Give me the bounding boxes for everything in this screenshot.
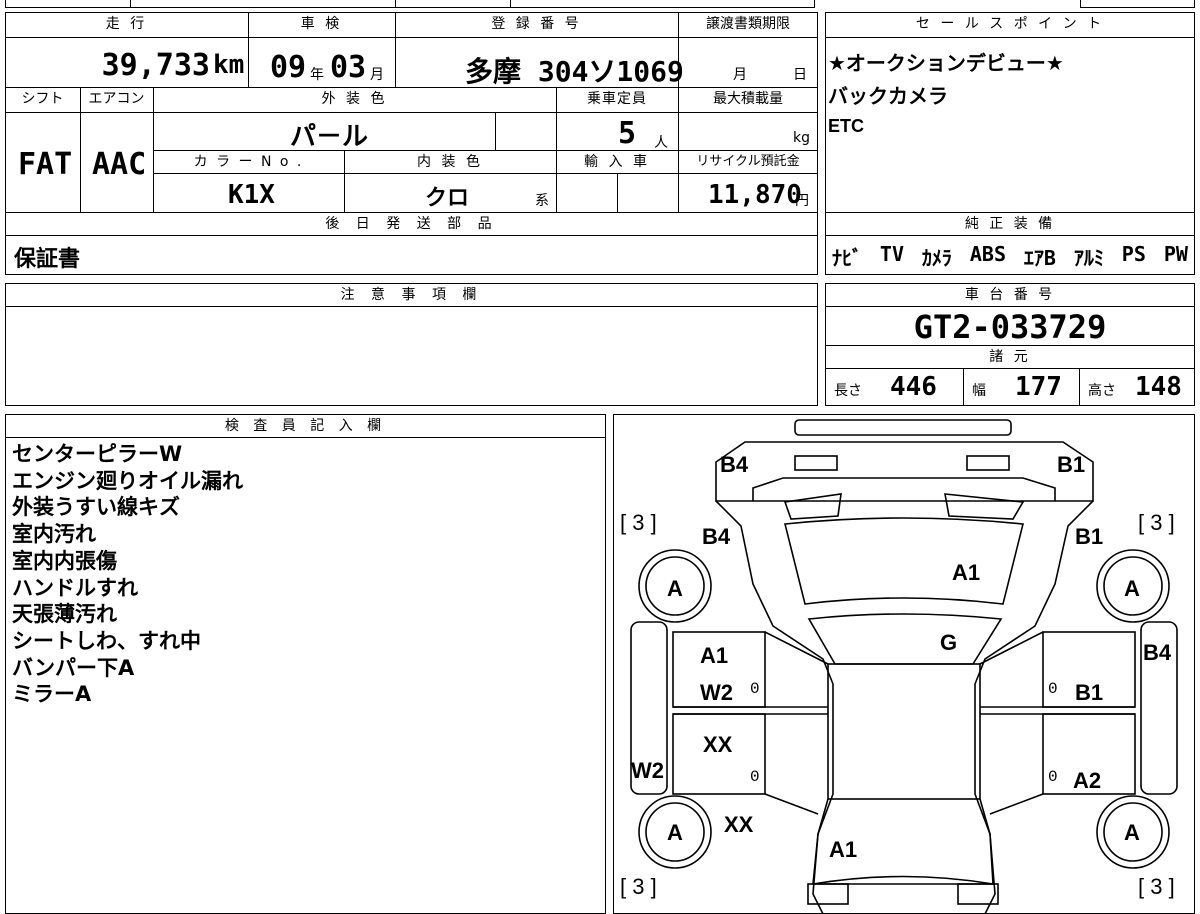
capacity-label: 乗車定員 xyxy=(587,91,647,107)
inspection-year: 09 xyxy=(270,50,307,85)
inspector-line: ミラーA xyxy=(12,682,92,707)
inspector-line: ハンドルすれ xyxy=(12,575,138,600)
exterior-color-label: 外 装 色 xyxy=(321,91,388,107)
equip-camera: ｶﾒﾗ xyxy=(921,246,952,270)
length-label: 長さ xyxy=(834,383,862,399)
equip-abs: ABS xyxy=(969,242,1006,266)
equipment-label: 純 正 装 備 xyxy=(964,216,1056,232)
tire-front-left: A xyxy=(667,820,683,845)
inspector-line: バンパー下A xyxy=(12,655,135,680)
height-value: 148 xyxy=(1135,372,1182,402)
shift-value: FAT xyxy=(18,147,73,182)
mark-front-door-left: XX xyxy=(703,732,733,757)
equip-ps: PS xyxy=(1121,242,1146,266)
length-value: 446 xyxy=(890,372,937,402)
top-strip xyxy=(5,0,815,8)
sales-point-line-3: ETC xyxy=(828,116,864,136)
mileage-unit: km xyxy=(213,50,245,80)
chassis-number: GT2-033729 xyxy=(913,308,1107,346)
equipment-list: ﾅﾋﾞ TV ｶﾒﾗ ABS ｴｱB ｱﾙﾐ PS PW xyxy=(832,242,1188,271)
mark-front-fender-left: XX xyxy=(724,812,754,837)
zero-front-right: 0 xyxy=(1048,768,1058,786)
plate-number: 多摩 304ソ1069 xyxy=(465,55,684,88)
max-load-unit: kg xyxy=(793,130,810,146)
mark-rear-quarter-left: B4 xyxy=(702,524,731,549)
notes-label: 注 意 事 項 欄 xyxy=(340,287,483,303)
mileage-value: 39,733 xyxy=(101,48,210,83)
recycle-label: リサイクル預託金 xyxy=(696,154,800,169)
inspector-notes: センターピラーW エンジン廻りオイル漏れ 外装うすい線キズ 室内汚れ 室内内張傷… xyxy=(12,441,243,708)
equip-tv: TV xyxy=(879,242,905,266)
inspection-month-unit: 月 xyxy=(370,67,384,83)
max-load-label: 最大積載量 xyxy=(713,91,783,107)
later-parts-label: 後 日 発 送 部 品 xyxy=(325,216,498,232)
mark-rear-door-left-1: A1 xyxy=(700,643,729,668)
inspector-line: エンジン廻りオイル漏れ xyxy=(12,468,243,493)
inspector-label: 検 査 員 記 入 欄 xyxy=(224,418,387,434)
mark-rear-quarter-right: B1 xyxy=(1075,524,1104,549)
width-value: 177 xyxy=(1015,372,1062,402)
recycle-fee-value: 11,870 xyxy=(708,180,802,210)
mileage-label: 走 行 xyxy=(105,16,148,32)
color-no-value: K1X xyxy=(228,180,275,210)
inspector-line: 外装うすい線キズ xyxy=(12,495,180,520)
equip-navi: ﾅﾋﾞ xyxy=(832,246,862,270)
spec-label: 諸 元 xyxy=(989,349,1031,365)
zero-front-left: 0 xyxy=(750,768,760,786)
interior-color-suffix: 系 xyxy=(535,193,549,209)
mark-rear-glass: A1 xyxy=(952,560,981,585)
zero-rear-right: 0 xyxy=(1048,680,1058,698)
mark-front-door-right: A2 xyxy=(1073,768,1102,793)
mark-rear-door-left-2: W2 xyxy=(700,680,733,705)
inspection-label: 車 検 xyxy=(300,16,343,32)
tire-count-rear-left: [ 3 ] xyxy=(620,510,657,535)
mark-hood: A1 xyxy=(829,837,858,862)
equip-alloy: ｱﾙﾐ xyxy=(1073,246,1104,270)
recycle-fee-unit: 円 xyxy=(795,193,809,209)
aircon-value: AAC xyxy=(92,147,147,182)
sales-point-line-1: ★オークションデビュー★ xyxy=(828,51,1064,75)
mark-rear-left: B4 xyxy=(720,452,749,477)
zero-rear-left: 0 xyxy=(750,680,760,698)
registration-label: 登 録 番 号 xyxy=(491,16,582,32)
capacity-unit: 人 xyxy=(654,135,668,151)
aircon-label: エアコン xyxy=(88,91,145,107)
deadline-month-unit: 月 xyxy=(733,67,747,83)
mark-roof: G xyxy=(940,630,958,655)
mark-side-left: W2 xyxy=(631,758,664,783)
inspector-line: 室内内張傷 xyxy=(12,548,117,573)
tire-front-right: A xyxy=(1124,820,1140,845)
import-label: 輸 入 車 xyxy=(584,154,650,170)
mark-rear-right: B1 xyxy=(1057,452,1086,477)
inspection-year-unit: 年 xyxy=(310,67,324,83)
equip-pw: PW xyxy=(1163,242,1188,266)
inspector-line: シートしわ、すれ中 xyxy=(12,628,201,653)
later-parts-value: 保証書 xyxy=(14,247,81,272)
interior-color-label: 内 装 色 xyxy=(417,154,483,170)
color-no-label: カ ラ ー N o . xyxy=(193,154,304,170)
equip-airbag: ｴｱB xyxy=(1023,246,1056,270)
height-label: 高さ xyxy=(1088,383,1116,399)
chassis-label: 車 台 番 号 xyxy=(964,287,1056,303)
tire-count-rear-right: [ 3 ] xyxy=(1138,510,1175,535)
tire-rear-left: A xyxy=(667,576,683,601)
shift-label: シフト xyxy=(21,91,64,107)
tire-count-front-left: [ 3 ] xyxy=(620,874,657,899)
sales-point-line-2: バックカメラ xyxy=(828,84,948,108)
interior-color-value: クロ xyxy=(425,186,470,211)
mark-side-right: B4 xyxy=(1143,640,1172,665)
transfer-deadline-label: 譲渡書類期限 xyxy=(706,16,790,32)
inspector-line: 天張薄汚れ xyxy=(12,602,117,627)
inspector-line: センターピラーW xyxy=(12,442,183,466)
tire-rear-right: A xyxy=(1124,576,1140,601)
inspection-month: 03 xyxy=(330,50,367,85)
tire-count-front-right: [ 3 ] xyxy=(1138,874,1175,899)
sales-points-label: セ ー ル ス ポ イ ン ト xyxy=(915,16,1105,32)
exterior-color-value: パ－ル xyxy=(290,122,369,152)
capacity-value: 5 xyxy=(618,116,637,151)
width-label: 幅 xyxy=(972,383,986,399)
inspector-line: 室内汚れ xyxy=(12,522,96,547)
deadline-day-unit: 日 xyxy=(793,67,807,83)
mark-rear-door-right: B1 xyxy=(1075,680,1104,705)
